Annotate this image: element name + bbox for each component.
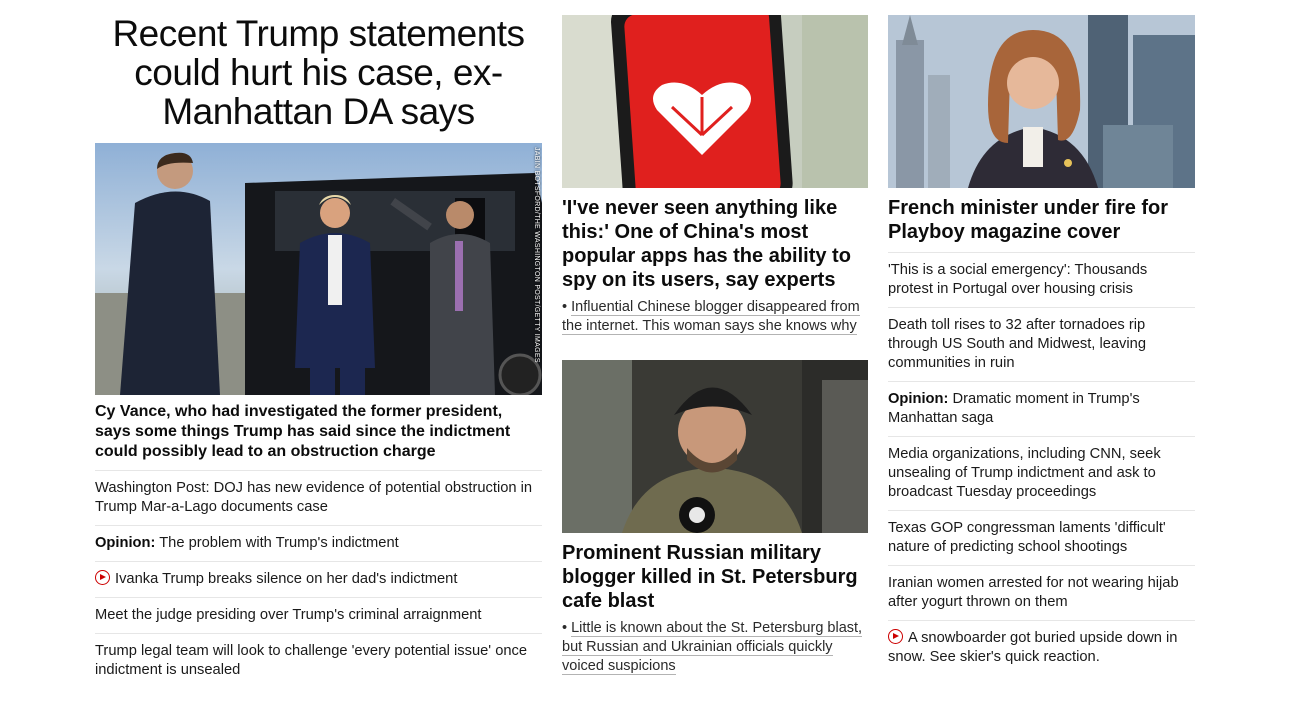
related-link-text: Little is known about the St. Petersburg… <box>562 620 863 675</box>
list-item-text: Texas GOP congressman laments 'difficult… <box>888 520 1166 555</box>
list-item-text: The problem with Trump's indictment <box>155 535 399 551</box>
list-item[interactable]: 'This is a social emergency': Thousands … <box>888 252 1195 307</box>
blogger-illustration <box>562 360 868 533</box>
list-item-text: Iranian women arrested for not wearing h… <box>888 575 1179 610</box>
russian-blogger-photo[interactable] <box>562 360 868 533</box>
main-story-column: Recent Trump statements could hurt his c… <box>95 14 542 688</box>
list-item-text: Ivanka Trump breaks silence on her dad's… <box>115 571 458 587</box>
image-credit: JABIN BOTSFORD/THE WASHINGTON POST/GETTY… <box>533 147 540 363</box>
minister-illustration <box>888 15 1195 188</box>
list-item-text: Meet the judge presiding over Trump's cr… <box>95 607 482 623</box>
related-links-list: Washington Post: DOJ has new evidence of… <box>95 470 542 688</box>
list-item[interactable]: Ivanka Trump breaks silence on her dad's… <box>95 561 542 597</box>
list-item[interactable]: Texas GOP congressman laments 'difficult… <box>888 510 1195 565</box>
trump-arrival-photo[interactable]: JABIN BOTSFORD/THE WASHINGTON POST/GETTY… <box>95 143 542 395</box>
right-links-list: 'This is a social emergency': Thousands … <box>888 252 1195 675</box>
trump-photo-illustration <box>95 143 542 395</box>
opinion-label: Opinion: <box>888 391 949 407</box>
main-headline[interactable]: Recent Trump statements could hurt his c… <box>95 14 542 131</box>
list-item-text: A snowboarder got buried upside down in … <box>888 630 1178 665</box>
lead-story-summary[interactable]: Cy Vance, who had investigated the forme… <box>95 402 542 462</box>
list-item[interactable]: Media organizations, including CNN, seek… <box>888 436 1195 510</box>
list-item[interactable]: Iranian women arrested for not wearing h… <box>888 565 1195 620</box>
list-item[interactable]: Meet the judge presiding over Trump's cr… <box>95 597 542 633</box>
list-item[interactable]: Opinion: The problem with Trump's indict… <box>95 525 542 561</box>
opinion-label: Opinion: <box>95 535 156 551</box>
related-link[interactable]: • Little is known about the St. Petersbu… <box>562 619 868 676</box>
russian-blogger-headline[interactable]: Prominent Russian military blogger kille… <box>562 541 868 613</box>
play-video-icon <box>888 629 903 644</box>
phone-app-illustration <box>562 15 868 188</box>
list-item[interactable]: A snowboarder got buried upside down in … <box>888 620 1195 675</box>
middle-column: 'I've never seen anything like this:' On… <box>562 14 868 676</box>
list-item-text: Media organizations, including CNN, seek… <box>888 446 1161 500</box>
list-item[interactable]: Death toll rises to 32 after tornadoes r… <box>888 307 1195 381</box>
china-app-photo[interactable] <box>562 15 868 188</box>
list-item[interactable]: Washington Post: DOJ has new evidence of… <box>95 470 542 525</box>
list-item-text: 'This is a social emergency': Thousands … <box>888 262 1148 297</box>
play-video-icon <box>95 570 110 585</box>
list-item[interactable]: Trump legal team will look to challenge … <box>95 633 542 688</box>
list-item-text: Death toll rises to 32 after tornadoes r… <box>888 317 1146 371</box>
french-minister-photo[interactable] <box>888 15 1195 188</box>
list-item-text: Trump legal team will look to challenge … <box>95 643 528 678</box>
list-item[interactable]: Opinion: Dramatic moment in Trump's Manh… <box>888 381 1195 436</box>
china-app-headline[interactable]: 'I've never seen anything like this:' On… <box>562 196 868 292</box>
french-minister-headline[interactable]: French minister under fire for Playboy m… <box>888 196 1195 244</box>
list-item-text: Washington Post: DOJ has new evidence of… <box>95 480 533 515</box>
related-link[interactable]: • Influential Chinese blogger disappeare… <box>562 298 868 336</box>
right-column: French minister under fire for Playboy m… <box>888 14 1195 675</box>
related-link-text: Influential Chinese blogger disappeared … <box>562 299 860 335</box>
